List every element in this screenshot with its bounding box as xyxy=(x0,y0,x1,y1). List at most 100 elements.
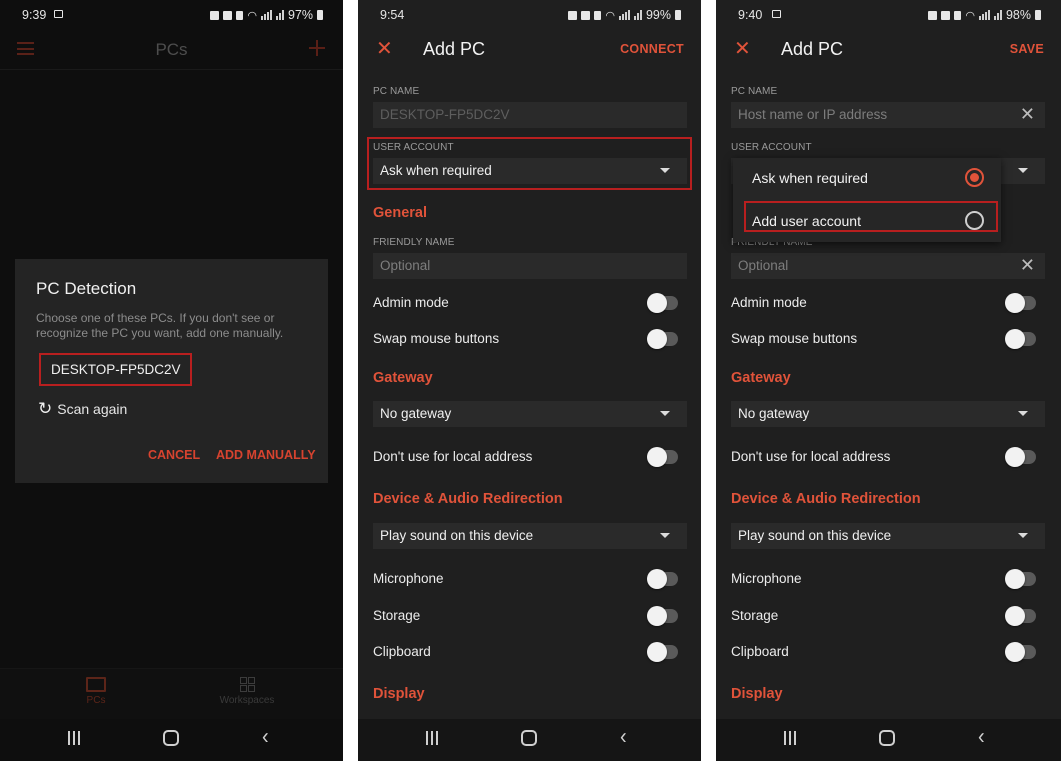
dialog-title: PC Detection xyxy=(36,279,137,298)
radio-selected-icon[interactable] xyxy=(965,168,984,187)
back-icon[interactable]: ‹ xyxy=(978,725,985,750)
local-address-toggle[interactable] xyxy=(1005,447,1036,467)
signal-2-icon xyxy=(633,10,642,20)
status-bar: 9:40 ◠ 98% xyxy=(716,0,1061,30)
section-device-audio: Device & Audio Redirection xyxy=(731,491,921,507)
plus-icon[interactable] xyxy=(309,40,325,56)
user-account-value: Ask when required xyxy=(380,163,492,178)
scan-again-button[interactable]: ↻ Scan again xyxy=(38,400,127,417)
local-address-toggle[interactable] xyxy=(647,447,678,467)
tab-workspaces-label: Workspaces xyxy=(219,695,275,706)
close-icon[interactable]: ✕ xyxy=(376,39,393,59)
caret-down-icon xyxy=(660,533,670,538)
admin-mode-toggle[interactable] xyxy=(1005,293,1036,313)
storage-toggle[interactable] xyxy=(647,606,678,626)
status-time: 9:39 xyxy=(22,8,47,22)
screen-pc-detection: 9:39 ◠ 97% PCs PC Detection Choose one o… xyxy=(0,0,343,761)
admin-mode-label: Admin mode xyxy=(731,295,807,310)
signal-2-icon xyxy=(993,10,1002,20)
page-title: PCs xyxy=(155,40,188,59)
user-account-menu: Ask when required Add user account xyxy=(733,158,1001,242)
status-bar: 9:54 ◠ 99% xyxy=(358,0,701,30)
caret-down-icon xyxy=(1018,411,1028,416)
clipboard-toggle[interactable] xyxy=(1005,642,1036,662)
back-icon[interactable]: ‹ xyxy=(262,725,269,750)
pc-name-label: PC NAME xyxy=(373,86,420,97)
menu-option-ask-when-required[interactable]: Ask when required xyxy=(733,158,1001,198)
signal-icon xyxy=(618,10,630,20)
swap-mouse-toggle[interactable] xyxy=(647,329,678,349)
app-bar: PCs xyxy=(0,30,343,70)
swap-mouse-label: Swap mouse buttons xyxy=(731,331,858,346)
dialog-message: Choose one of these PCs. If you don't se… xyxy=(36,311,284,340)
sound-dropdown[interactable]: Play sound on this device xyxy=(373,523,687,549)
admin-mode-label: Admin mode xyxy=(373,295,449,310)
storage-toggle[interactable] xyxy=(1005,606,1036,626)
friendly-name-input[interactable]: Optional xyxy=(373,253,687,279)
save-button[interactable]: SAVE xyxy=(1010,42,1044,56)
bottom-tab-bar: PCs Workspaces xyxy=(0,668,343,720)
pc-name-input[interactable]: DESKTOP-FP5DC2V xyxy=(373,102,687,128)
sound-dropdown[interactable]: Play sound on this device xyxy=(731,523,1045,549)
pc-name-label: PC NAME xyxy=(731,86,778,97)
friendly-name-label: FRIENDLY NAME xyxy=(373,237,455,248)
pc-name-input[interactable]: Host name or IP address ✕ xyxy=(731,102,1045,128)
recents-icon[interactable] xyxy=(68,731,80,745)
gateway-dropdown[interactable]: No gateway xyxy=(731,401,1045,427)
home-icon[interactable] xyxy=(163,730,179,746)
user-account-label: USER ACCOUNT xyxy=(731,142,812,153)
battery-percent: 99% xyxy=(645,8,671,22)
detected-pc-item[interactable]: DESKTOP-FP5DC2V xyxy=(39,353,192,386)
scan-again-label: Scan again xyxy=(57,400,128,417)
signal-2-icon xyxy=(275,10,284,20)
pc-name-placeholder: Host name or IP address xyxy=(738,107,888,122)
section-display: Display xyxy=(731,686,783,702)
tab-workspaces[interactable]: Workspaces xyxy=(210,677,284,706)
lock-notification-icon xyxy=(568,10,578,20)
recents-icon[interactable] xyxy=(784,731,796,745)
back-icon[interactable]: ‹ xyxy=(620,725,627,750)
recents-icon[interactable] xyxy=(426,731,438,745)
lock-notification-icon xyxy=(928,10,938,20)
microphone-label: Microphone xyxy=(731,571,802,586)
connect-button[interactable]: CONNECT xyxy=(620,42,684,56)
clipboard-label: Clipboard xyxy=(731,644,789,659)
clipboard-toggle[interactable] xyxy=(647,642,678,662)
screen-add-pc-connect: 9:54 ◠ 99% ✕ Add PC CONNECT PC NAME DESK… xyxy=(358,0,701,761)
gateway-dropdown[interactable]: No gateway xyxy=(373,401,687,427)
clear-icon[interactable]: ✕ xyxy=(1020,104,1035,124)
system-nav-bar: ‹ xyxy=(716,719,1061,761)
friendly-name-input[interactable]: Optional ✕ xyxy=(731,253,1045,279)
refresh-icon: ↻ xyxy=(38,399,53,418)
admin-mode-toggle[interactable] xyxy=(647,293,678,313)
tab-pcs[interactable]: PCs xyxy=(80,677,112,706)
clear-icon[interactable]: ✕ xyxy=(1020,255,1035,275)
wifi-icon: ◠ xyxy=(605,9,615,22)
microphone-toggle[interactable] xyxy=(647,569,678,589)
app-bar: ✕ Add PC SAVE xyxy=(716,30,1061,70)
battery-percent: 97% xyxy=(287,8,313,22)
user-account-dropdown[interactable]: Ask when required xyxy=(373,158,687,184)
cancel-button[interactable]: CANCEL xyxy=(148,448,200,462)
wifi-icon: ◠ xyxy=(247,9,257,22)
system-nav-bar: ‹ xyxy=(0,719,343,761)
home-icon[interactable] xyxy=(879,730,895,746)
status-icons: ◠ 99% xyxy=(568,8,681,22)
storage-label: Storage xyxy=(731,608,779,623)
sound-value: Play sound on this device xyxy=(380,528,534,543)
add-manually-button[interactable]: ADD MANUALLY xyxy=(216,448,316,462)
signal-icon xyxy=(260,10,272,20)
microphone-toggle[interactable] xyxy=(1005,569,1036,589)
close-icon[interactable]: ✕ xyxy=(734,39,751,59)
swap-mouse-toggle[interactable] xyxy=(1005,329,1036,349)
caret-down-icon xyxy=(660,411,670,416)
battery-icon xyxy=(1035,10,1041,20)
alarm-icon xyxy=(581,10,591,20)
gallery-notification-icon xyxy=(772,10,781,18)
screen-add-pc-save: 9:40 ◠ 98% ✕ Add PC SAVE PC NAME Host na… xyxy=(716,0,1061,761)
wifi-icon: ◠ xyxy=(965,9,975,22)
clipboard-label: Clipboard xyxy=(373,644,431,659)
caret-down-icon xyxy=(660,168,670,173)
storage-label: Storage xyxy=(373,608,421,623)
home-icon[interactable] xyxy=(521,730,537,746)
